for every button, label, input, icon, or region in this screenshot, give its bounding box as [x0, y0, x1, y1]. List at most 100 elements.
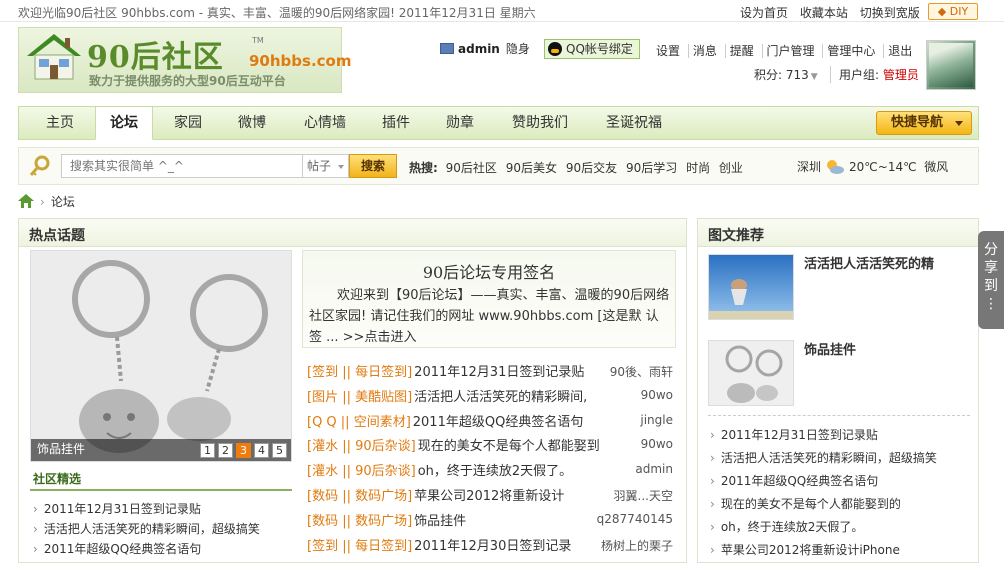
pick-item[interactable]: 2011年超级QQ经典签名语句	[33, 540, 201, 557]
thread-author[interactable]: admin	[635, 462, 673, 476]
thread-author[interactable]: 90後、雨轩	[610, 363, 673, 380]
thread-category[interactable]: [签到 || 每日签到]	[307, 365, 412, 380]
recommend-list-item[interactable]: 活活把人活活笑死的精彩瞬间，超级搞笑	[710, 449, 937, 466]
thread-category[interactable]: [灌水 || 90后杂谈]	[307, 439, 416, 454]
thread-row[interactable]: [数码 || 数码广场] 饰品挂件 q287740145	[307, 510, 673, 530]
notifications-link[interactable]: 提醒	[724, 44, 758, 58]
thread-row[interactable]: [图片 || 美酷贴图] 活活把人活活笑死的精彩瞬间, 90wo	[307, 386, 673, 406]
thread-title[interactable]: 2011年12月31日签到记录贴	[414, 365, 584, 380]
recommend-card-title[interactable]: 活活把人活活笑死的精	[804, 253, 974, 272]
thread-author[interactable]: 羽翼...天空	[614, 487, 673, 504]
thread-row[interactable]: [灌水 || 90后杂谈] oh，终于连续放2天假了。 admin	[307, 460, 673, 480]
hotword-link[interactable]: 90后美女	[506, 161, 557, 175]
invisible-toggle[interactable]: 隐身	[506, 42, 530, 56]
recommend-thumbnail[interactable]	[708, 340, 794, 406]
hot-search-label: 热搜:	[409, 161, 438, 175]
slide-caption[interactable]: 饰品挂件	[37, 440, 85, 457]
nav-item-mood-wall[interactable]: 心情墙	[289, 107, 361, 140]
recommend-card-title[interactable]: 饰品挂件	[804, 339, 974, 358]
nav-item-christmas[interactable]: 圣诞祝福	[591, 107, 677, 140]
hotword-link[interactable]: 创业	[719, 161, 743, 175]
thread-author[interactable]: jingle	[640, 413, 673, 427]
signature-card[interactable]: 90后论坛专用签名 欢迎来到【90后论坛】——真实、丰富、温暖的90后网络社区家…	[302, 250, 676, 348]
recommend-thumbnail[interactable]	[708, 254, 794, 320]
thread-row[interactable]: [签到 || 每日签到] 2011年12月30日签到记录 杨树上的栗子	[307, 535, 673, 555]
user-group-value[interactable]: 管理员	[883, 68, 919, 82]
pick-item[interactable]: 2011年12月31日签到记录贴	[33, 500, 201, 517]
thread-title[interactable]: 2011年超级QQ经典签名语句	[413, 415, 584, 430]
set-homepage-link[interactable]: 设为首页	[740, 6, 788, 20]
signature-title[interactable]: 90后论坛专用签名	[303, 259, 675, 283]
weather-city: 深圳	[797, 160, 822, 174]
thread-category[interactable]: [签到 || 每日签到]	[307, 539, 412, 554]
avatar[interactable]	[926, 40, 976, 90]
nav-item-forum[interactable]: 论坛	[95, 106, 153, 140]
thread-row[interactable]: [灌水 || 90后杂谈] 现在的美女不是每个人都能娶到 90wo	[307, 435, 673, 455]
thread-category[interactable]: [数码 || 数码广场]	[307, 489, 412, 504]
slide-pager: 12345	[197, 443, 287, 458]
bookmark-link[interactable]: 收藏本站	[800, 6, 848, 20]
thread-title[interactable]: 现在的美女不是每个人都能娶到	[418, 439, 600, 454]
nav-item-plugins[interactable]: 插件	[367, 107, 425, 140]
recommend-list-item[interactable]: 2011年12月31日签到记录贴	[710, 426, 878, 443]
search-type-select[interactable]: 帖子	[303, 154, 349, 178]
username-link[interactable]: admin	[458, 42, 500, 56]
thread-author[interactable]: 杨树上的栗子	[601, 537, 673, 554]
signature-body: 欢迎来到【90后论坛】——真实、丰富、温暖的90后网络社区家园! 请记住我们的网…	[309, 288, 670, 345]
thread-row[interactable]: [Q Q || 空间素材] 2011年超级QQ经典签名语句 jingle	[307, 411, 673, 431]
portal-admin-link[interactable]: 门户管理	[761, 44, 819, 58]
thread-category[interactable]: [Q Q || 空间素材]	[307, 415, 411, 430]
logo-trademark: TM	[252, 36, 264, 45]
site-logo[interactable]: 90后社区 TM 90hbbs.com 致力于提供服务的大型90后互动平台	[18, 27, 351, 93]
slideshow[interactable]: 饰品挂件 12345	[30, 250, 292, 462]
thread-title[interactable]: oh，终于连续放2天假了。	[418, 464, 572, 479]
slide-page-2[interactable]: 2	[218, 443, 233, 458]
hotword-link[interactable]: 90后交友	[566, 161, 617, 175]
thread-title[interactable]: 活活把人活活笑死的精彩瞬间,	[414, 390, 587, 405]
hotword-link[interactable]: 时尚	[686, 161, 710, 175]
recommend-list-item[interactable]: 2011年超级QQ经典签名语句	[710, 472, 878, 489]
thread-author[interactable]: 90wo	[641, 437, 673, 451]
slide-page-4[interactable]: 4	[254, 443, 269, 458]
thread-category[interactable]: [数码 || 数码广场]	[307, 514, 412, 529]
points-label: 积分: 713	[754, 68, 809, 82]
hotword-link[interactable]: 90后学习	[626, 161, 677, 175]
nav-item-sponsor[interactable]: 赞助我们	[497, 107, 583, 140]
recommend-list-item[interactable]: 苹果公司2012将重新设计iPhone	[710, 541, 900, 558]
home-icon[interactable]	[18, 194, 34, 208]
slide-page-5[interactable]: 5	[272, 443, 287, 458]
nav-item-home-space[interactable]: 家园	[159, 107, 217, 140]
settings-link[interactable]: 设置	[656, 44, 684, 58]
thread-category[interactable]: [图片 || 美酷贴图]	[307, 390, 412, 405]
wide-layout-link[interactable]: 切换到宽版	[860, 6, 920, 20]
logout-link[interactable]: 退出	[883, 44, 917, 58]
slide-page-1[interactable]: 1	[200, 443, 215, 458]
share-tab[interactable]: 分享到 ⋮	[978, 231, 1004, 329]
breadcrumb-current[interactable]: 论坛	[51, 195, 75, 209]
thread-author[interactable]: 90wo	[641, 388, 673, 402]
thread-category[interactable]: [灌水 || 90后杂谈]	[307, 464, 416, 479]
thread-row[interactable]: [数码 || 数码广场] 苹果公司2012将重新设计 羽翼...天空	[307, 485, 673, 505]
points-menu[interactable]: 积分: 713 ▼	[754, 66, 818, 83]
nav-item-weibo[interactable]: 微博	[223, 107, 281, 140]
thread-row[interactable]: [签到 || 每日签到] 2011年12月31日签到记录贴 90後、雨轩	[307, 361, 673, 381]
thread-title[interactable]: 2011年12月30日签到记录	[414, 539, 571, 554]
thread-title[interactable]: 苹果公司2012将重新设计	[414, 489, 564, 504]
thread-author[interactable]: q287740145	[597, 512, 673, 526]
admin-center-link[interactable]: 管理中心	[822, 44, 880, 58]
search-button[interactable]: 搜索	[349, 154, 397, 178]
qq-bind-button[interactable]: QQ帐号绑定	[544, 39, 640, 59]
slide-page-3[interactable]: 3	[236, 443, 251, 458]
nav-item-home[interactable]: 主页	[31, 107, 89, 140]
hot-topics-title: 热点话题	[29, 228, 85, 244]
pick-item[interactable]: 活活把人活活笑死的精彩瞬间，超级搞笑	[33, 520, 260, 537]
recommend-list-item[interactable]: oh，终于连续放2天假了。	[710, 518, 864, 535]
hotword-link[interactable]: 90后社区	[446, 161, 497, 175]
messages-link[interactable]: 消息	[687, 44, 721, 58]
diy-button[interactable]: ◆ DIY	[928, 3, 978, 20]
search-input[interactable]	[61, 154, 303, 178]
thread-title[interactable]: 饰品挂件	[414, 514, 466, 529]
quick-nav-button[interactable]: 快捷导航	[876, 111, 972, 135]
nav-item-medals[interactable]: 勋章	[431, 107, 489, 140]
recommend-list-item[interactable]: 现在的美女不是每个人都能娶到的	[710, 495, 901, 512]
